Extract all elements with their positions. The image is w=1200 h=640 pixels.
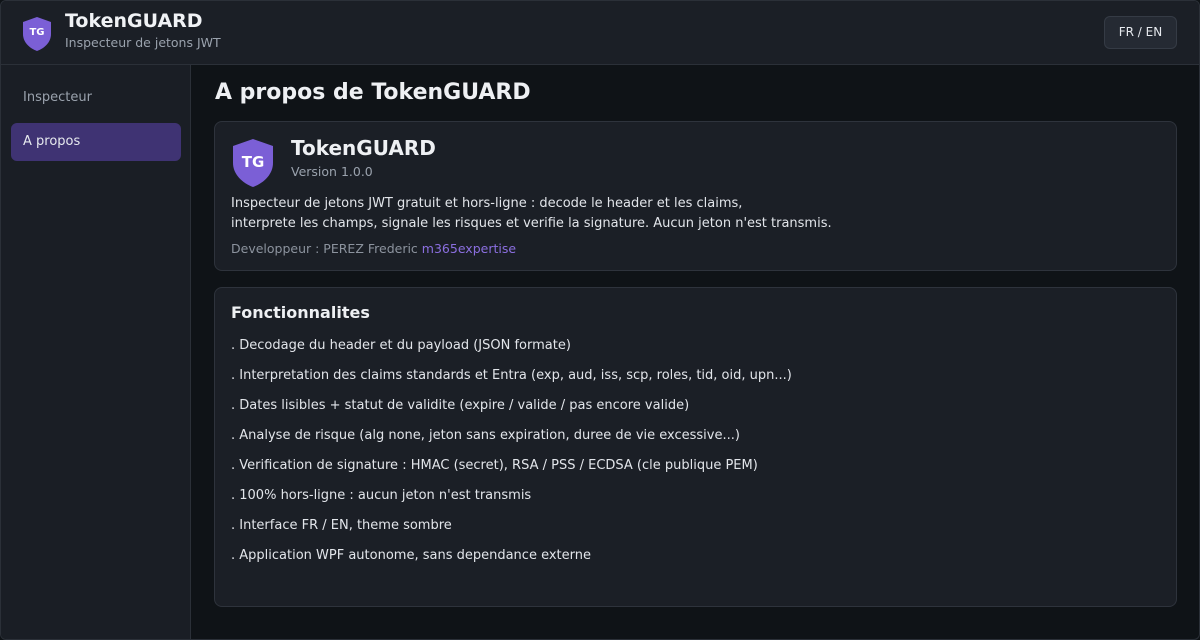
list-item: . Analyse de risque (alg none, jeton san…	[231, 428, 740, 443]
product-name: TokenGUARD	[291, 136, 436, 160]
sidebar: Inspecteur A propos	[1, 65, 191, 639]
list-item: . Dates lisibles + statut de validite (e…	[231, 398, 690, 413]
top-bar: TG TokenGUARD Inspecteur de jetons JWT F…	[1, 1, 1199, 65]
developer-info: Developpeur : PEREZ Frederic m365experti…	[231, 241, 516, 256]
list-item: . Interface FR / EN, theme sombre	[231, 518, 452, 533]
developer-label: Developpeur : PEREZ Frederic	[231, 241, 418, 256]
sidebar-item-inspecteur[interactable]: Inspecteur	[11, 79, 181, 117]
list-item: . Decodage du header et du payload (JSON…	[231, 338, 571, 353]
list-item: . Verification de signature : HMAC (secr…	[231, 458, 758, 473]
product-version: Version 1.0.0	[291, 164, 373, 179]
language-toggle-button[interactable]: FR / EN	[1104, 16, 1177, 49]
feature-list: . Decodage du header et du payload (JSON…	[231, 336, 792, 576]
list-item: . Application WPF autonome, sans dependa…	[231, 548, 591, 563]
list-item: . Interpretation des claims standards et…	[231, 368, 792, 383]
shield-icon: TG	[21, 16, 53, 52]
logo-text: TG	[241, 153, 265, 171]
product-description: Inspecteur de jetons JWT gratuit et hors…	[231, 194, 832, 234]
app-title: TokenGUARD	[65, 10, 203, 32]
sidebar-item-a-propos[interactable]: A propos	[11, 123, 181, 161]
app-window: TG TokenGUARD Inspecteur de jetons JWT F…	[0, 0, 1200, 640]
list-item: . 100% hors-ligne : aucun jeton n'est tr…	[231, 488, 532, 503]
description-line: Inspecteur de jetons JWT gratuit et hors…	[231, 196, 743, 211]
description-line: interprete les champs, signale les risqu…	[231, 216, 832, 231]
page-title: A propos de TokenGUARD	[215, 80, 531, 105]
about-card: TG TokenGUARD Version 1.0.0 Inspecteur d…	[214, 121, 1177, 271]
developer-link[interactable]: m365expertise	[422, 241, 516, 256]
shield-icon: TG	[231, 138, 275, 188]
features-card: Fonctionnalites . Decodage du header et …	[214, 287, 1177, 607]
logo-text: TG	[29, 27, 45, 38]
app-subtitle: Inspecteur de jetons JWT	[65, 35, 221, 50]
features-title: Fonctionnalites	[231, 303, 370, 322]
